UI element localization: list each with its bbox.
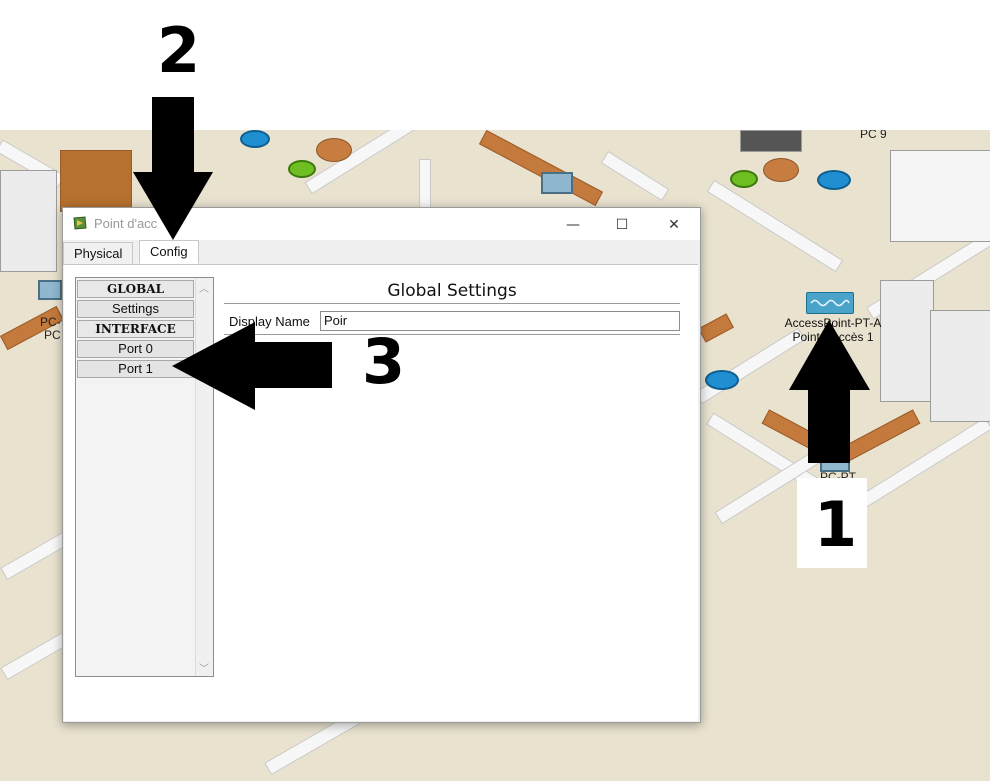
arrow-up-icon (789, 320, 870, 463)
annotation-step-1: 1 (814, 488, 858, 561)
annotation-step-3: 3 (362, 325, 406, 398)
arrow-left-icon (172, 322, 332, 410)
annotation-arrows (133, 97, 870, 463)
arrow-down-icon (133, 97, 213, 240)
